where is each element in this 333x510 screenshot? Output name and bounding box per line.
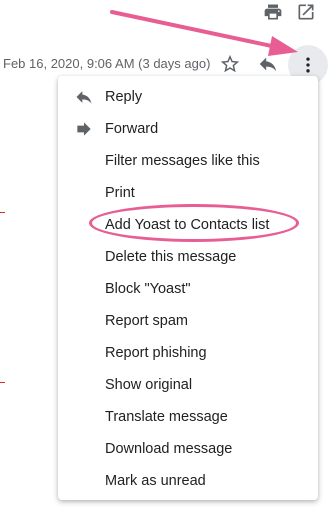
message-date: Feb 16, 2020, 9:06 AM (3 days ago) — [3, 56, 211, 71]
menu-item-forward[interactable]: Forward — [58, 113, 318, 145]
menu-item-add-to-contacts[interactable]: Add Yoast to Contacts list — [58, 209, 318, 241]
menu-item-report-spam[interactable]: Report spam — [58, 305, 318, 337]
menu-item-label: Print — [105, 185, 135, 201]
menu-item-block-sender[interactable]: Block "Yoast" — [58, 273, 318, 305]
message-actions-menu: Reply Forward Filter messages like this … — [58, 76, 318, 500]
menu-item-mark-unread[interactable]: Mark as unread — [58, 465, 318, 497]
open-in-new-icon[interactable] — [296, 2, 316, 22]
menu-item-label: Show original — [105, 377, 193, 393]
menu-item-reply[interactable]: Reply — [58, 81, 318, 113]
menu-item-show-original[interactable]: Show original — [58, 369, 318, 401]
more-vertical-icon — [306, 57, 310, 73]
menu-item-print[interactable]: Print — [58, 177, 318, 209]
menu-item-label: Block "Yoast" — [105, 281, 191, 297]
menu-item-label: Reply — [105, 89, 143, 105]
star-outline-icon[interactable] — [218, 52, 242, 76]
menu-item-label: Add Yoast to Contacts list — [105, 217, 270, 233]
menu-item-download-message[interactable]: Download message — [58, 433, 318, 465]
background-mark — [0, 212, 5, 213]
background-mark — [0, 382, 5, 383]
menu-item-filter-messages[interactable]: Filter messages like this — [58, 145, 318, 177]
menu-item-translate-message[interactable]: Translate message — [58, 401, 318, 433]
menu-item-label: Delete this message — [105, 249, 237, 265]
menu-item-delete-message[interactable]: Delete this message — [58, 241, 318, 273]
forward-icon — [74, 119, 94, 139]
menu-item-label: Report spam — [105, 313, 189, 329]
menu-item-report-phishing[interactable]: Report phishing — [58, 337, 318, 369]
menu-item-label: Report phishing — [105, 345, 207, 361]
menu-item-label: Mark as unread — [105, 473, 206, 489]
menu-item-label: Translate message — [105, 409, 228, 425]
reply-icon — [74, 87, 94, 107]
print-icon[interactable] — [263, 2, 283, 22]
gmail-message-view: Feb 16, 2020, 9:06 AM (3 days ago) Reply… — [0, 0, 333, 510]
menu-item-label: Filter messages like this — [105, 153, 260, 169]
reply-icon[interactable] — [256, 52, 280, 76]
menu-item-label: Download message — [105, 441, 233, 457]
menu-item-label: Forward — [105, 121, 159, 137]
